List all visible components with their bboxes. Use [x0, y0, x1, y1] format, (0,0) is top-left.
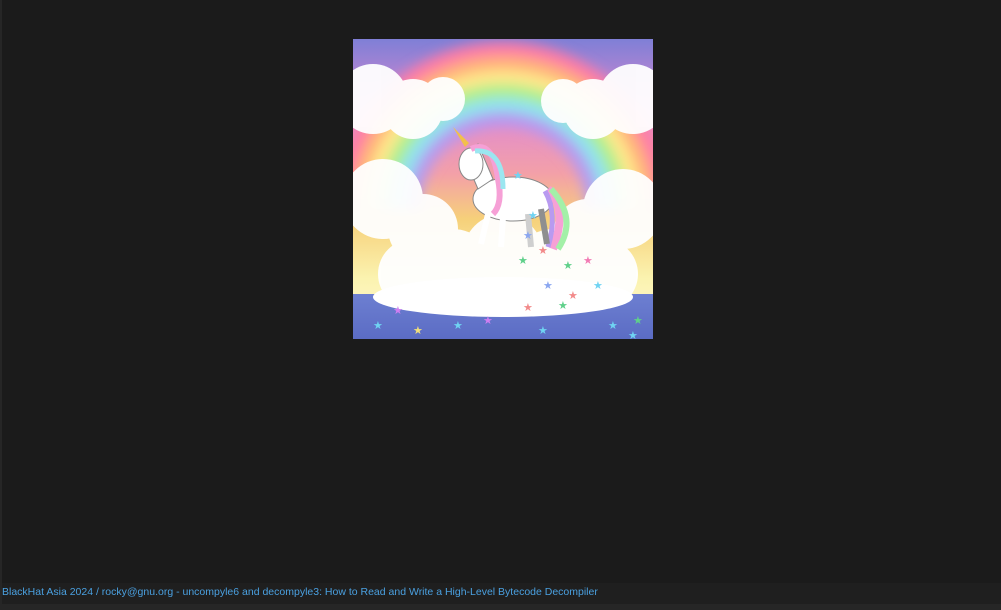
svg-text:★: ★ — [563, 259, 573, 272]
svg-text:★: ★ — [628, 329, 638, 339]
slide-footer: BlackHat Asia 2024 / rocky@gnu.org - unc… — [2, 583, 1001, 604]
svg-text:★: ★ — [393, 304, 403, 317]
svg-text:★: ★ — [518, 254, 528, 267]
svg-text:★: ★ — [373, 319, 383, 332]
svg-text:★: ★ — [513, 169, 523, 182]
slide-frame: ★ ★ ★ ★ ★ ★ ★ ★ ★ ★ ★ ★ ★ ★ ★ ★ ★ ★ ★ ★ ★ — [2, 0, 1001, 610]
svg-text:★: ★ — [608, 319, 618, 332]
svg-text:★: ★ — [523, 229, 533, 242]
svg-text:★: ★ — [523, 301, 533, 314]
svg-text:★: ★ — [483, 314, 493, 327]
svg-text:★: ★ — [558, 299, 568, 312]
svg-text:★: ★ — [543, 279, 553, 292]
svg-text:★: ★ — [633, 314, 643, 327]
svg-text:★: ★ — [538, 324, 548, 337]
svg-text:★: ★ — [528, 209, 538, 222]
svg-text:★: ★ — [583, 254, 593, 267]
svg-text:★: ★ — [413, 324, 423, 337]
svg-text:★: ★ — [538, 244, 548, 257]
svg-text:★: ★ — [453, 319, 463, 332]
svg-text:★: ★ — [593, 279, 603, 292]
footer-text: BlackHat Asia 2024 / rocky@gnu.org - unc… — [2, 586, 598, 598]
svg-text:★: ★ — [568, 289, 578, 302]
unicorn-rainbow-image: ★ ★ ★ ★ ★ ★ ★ ★ ★ ★ ★ ★ ★ ★ ★ ★ ★ ★ ★ ★ ★ — [353, 39, 653, 339]
bottom-strip — [2, 604, 1001, 610]
